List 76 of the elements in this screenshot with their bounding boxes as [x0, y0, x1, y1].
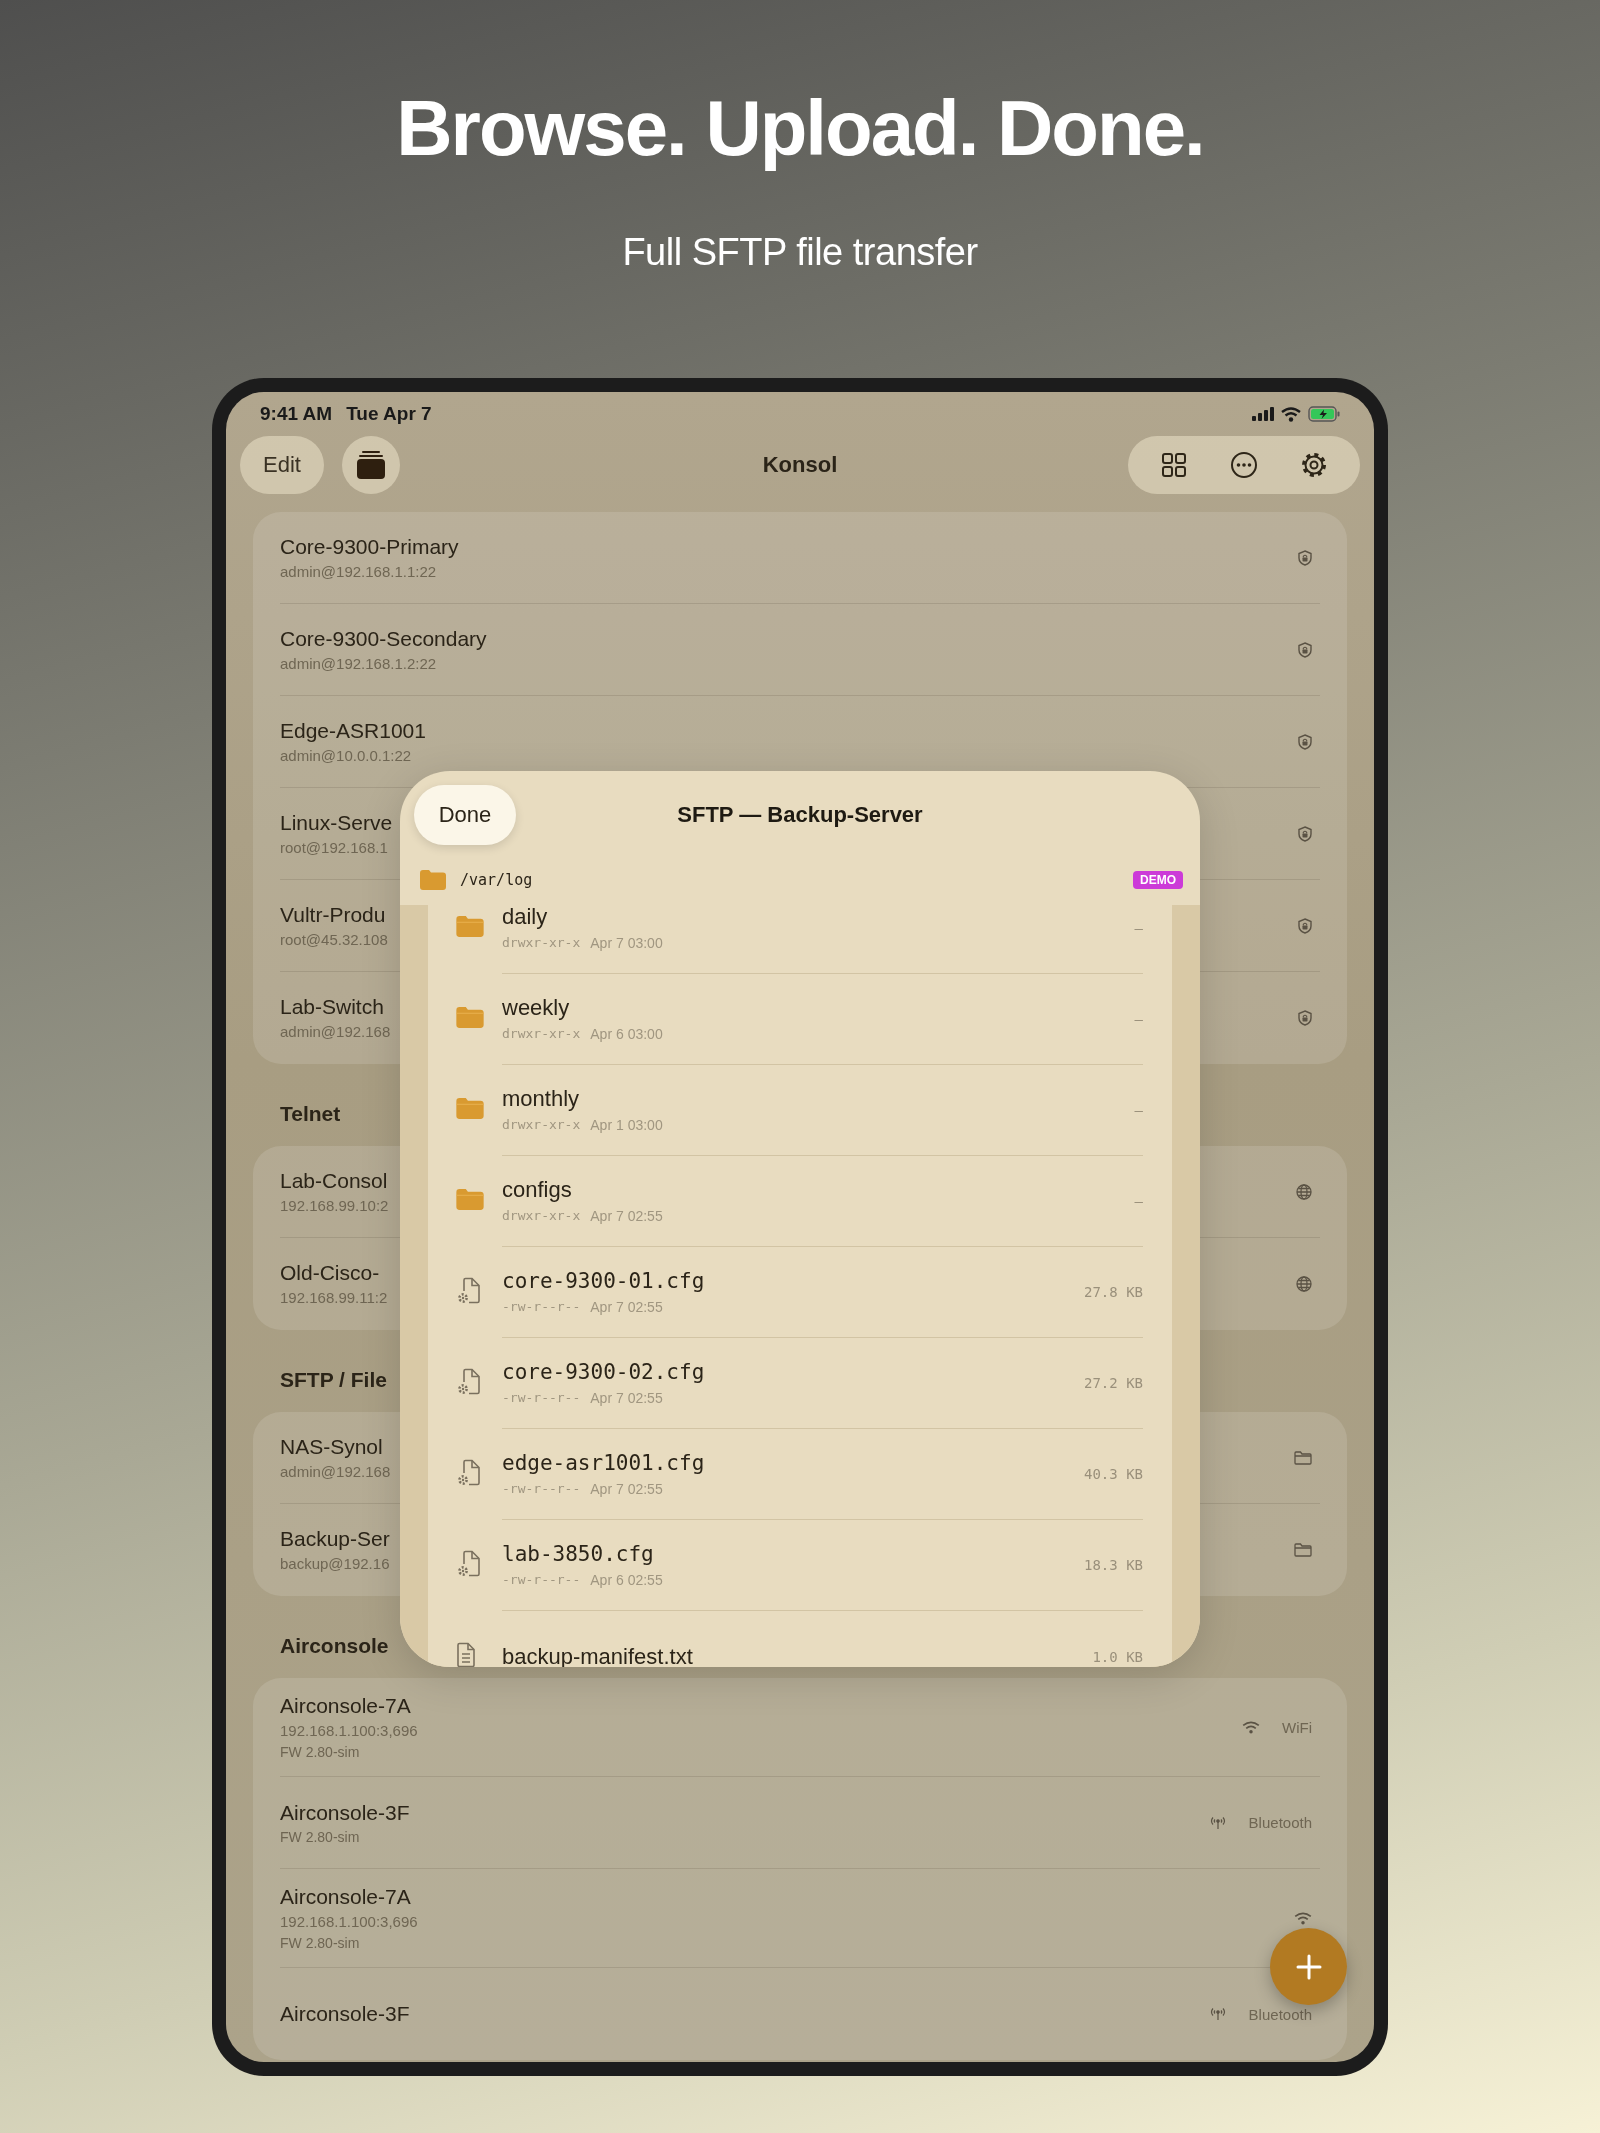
file-permissions: drwxr-xr-x [502, 1207, 581, 1225]
host-name: Core-9300-Secondary [280, 625, 487, 652]
file-permissions: -rw-r--r-- [502, 1389, 581, 1407]
file-size: 40.3 KB [1084, 1466, 1143, 1482]
file-permissions: drwxr-xr-x [502, 1025, 581, 1043]
file-name: daily [502, 905, 549, 931]
file-date: Apr 1 03:00 [590, 1116, 663, 1135]
host-address: admin@192.168 [280, 1022, 391, 1042]
host-address: backup@192.16 [280, 1554, 390, 1574]
file-date: Apr 7 03:00 [590, 934, 663, 953]
file-permissions: drwxr-xr-x [502, 934, 581, 952]
host-address: 192.168.1.100:3,696 [280, 1912, 418, 1932]
firmware-version: FW 2.80-sim [280, 1743, 361, 1762]
file-date: Apr 7 02:55 [590, 1389, 663, 1408]
file-name: weekly [502, 994, 571, 1022]
sheet-title: SFTP — Backup-Server [677, 801, 923, 829]
host-name: Airconsole-7A [280, 1884, 412, 1910]
firmware-version: FW 2.80-sim [280, 1827, 361, 1847]
file-date: Apr 7 02:55 [590, 1207, 663, 1226]
file-name: core-9300-02.cfg [502, 1359, 705, 1386]
host-name: Old-Cisco- [280, 1260, 381, 1286]
host-address: admin@192.168 [280, 1461, 391, 1482]
host-name: Airconsole-3F [280, 1799, 410, 1826]
host-name: Edge-ASR1001 [280, 717, 426, 744]
file-size: – [1134, 920, 1143, 936]
file-name: configs [502, 1176, 573, 1204]
file-name: lab-3850.cfg [502, 1541, 655, 1568]
file-permissions: -rw-r--r-- [502, 1571, 581, 1589]
file-date: Apr 6 02:55 [590, 1571, 663, 1590]
host-name: Linux-Serve [280, 809, 393, 836]
host-address: admin@192.168.1.2:22 [280, 653, 438, 674]
section-header: SFTP / File [280, 1368, 387, 1391]
file-permissions: -rw-r--r-- [502, 1298, 581, 1316]
file-permissions: -rw-r--r-- [502, 1480, 581, 1498]
section-header: Airconsole [280, 1634, 389, 1657]
app-title: Konsol [762, 452, 838, 478]
host-name: Core-9300-Primary [280, 533, 459, 560]
firmware-version: FW 2.80-sim [280, 1934, 361, 1953]
host-name: Airconsole-7A [280, 1693, 412, 1719]
host-address: root@45.32.108 [280, 929, 388, 950]
current-path: /var/log [460, 870, 534, 889]
host-address: 192.168.99.11:2 [280, 1288, 388, 1308]
demo-badge: DEMO [1133, 870, 1183, 889]
connection-type: Bluetooth [1248, 2005, 1312, 2023]
host-name: NAS-Synol [280, 1433, 384, 1460]
host-address: 192.168.99.10:2 [280, 1195, 389, 1216]
connection-type: Bluetooth [1248, 1814, 1312, 1831]
file-date: Apr 7 02:55 [590, 1298, 663, 1317]
file-name: monthly [502, 1085, 581, 1113]
host-name: Lab-Consol [280, 1167, 389, 1194]
file-size: 27.8 KB [1084, 1284, 1143, 1300]
host-name: Backup-Ser [280, 1526, 390, 1552]
file-size: 27.2 KB [1084, 1375, 1143, 1391]
host-name: Vultr-Produ [280, 901, 387, 928]
headline: Browse. Upload. Done. [396, 83, 1204, 173]
file-date: Apr 7 02:55 [590, 1480, 663, 1499]
subtitle: Full SFTP file transfer [622, 230, 978, 274]
connection-type: WiFi [1282, 1718, 1312, 1736]
host-name: Lab-Switch [280, 994, 385, 1020]
status-date: Tue Apr 7 [346, 403, 432, 425]
host-name: Airconsole-3F [280, 2001, 410, 2027]
file-size: – [1134, 1011, 1143, 1027]
host-address: root@192.168.1 [280, 837, 389, 858]
file-name: edge-asr1001.cfg [502, 1450, 705, 1477]
section-header: Telnet [280, 1102, 341, 1125]
file-size: 1.0 KB [1092, 1648, 1143, 1665]
file-name: core-9300-01.cfg [502, 1268, 705, 1295]
file-size: – [1134, 1102, 1143, 1118]
status-time: 9:41 AM [260, 403, 333, 425]
file-size: 18.3 KB [1084, 1557, 1143, 1573]
file-permissions: drwxr-xr-x [502, 1116, 581, 1134]
file-date: Apr 6 03:00 [590, 1025, 663, 1044]
file-size: – [1134, 1193, 1143, 1209]
host-address: admin@192.168.1.1:22 [280, 561, 438, 582]
host-address: admin@10.0.0.1:22 [280, 745, 413, 766]
host-address: 192.168.1.100:3,696 [280, 1721, 418, 1741]
